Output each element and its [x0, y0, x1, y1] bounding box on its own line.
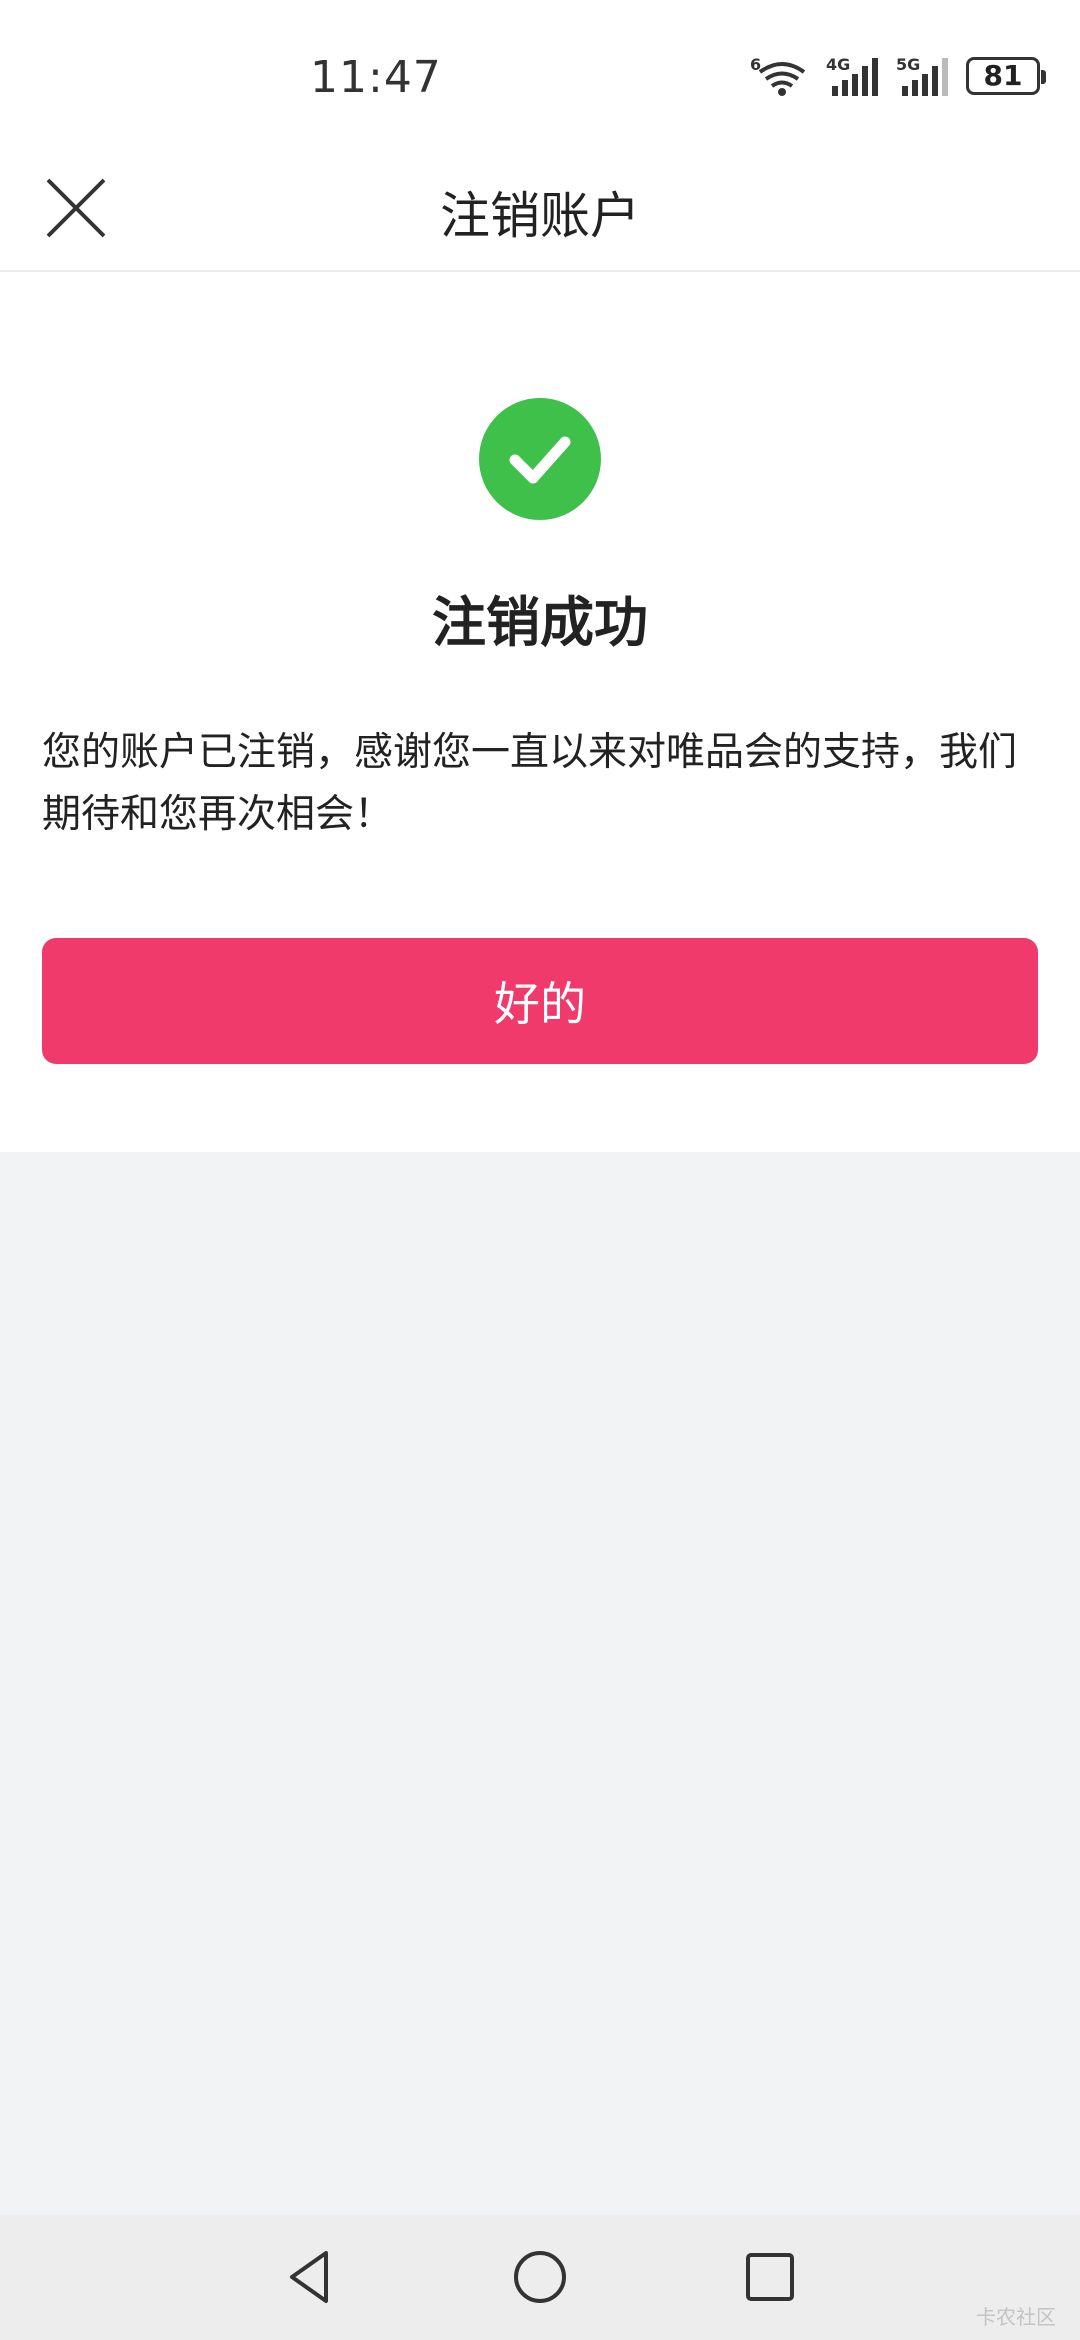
- wifi-label: 6: [750, 56, 761, 74]
- navigation-bar: 卡农社区: [0, 2215, 1080, 2340]
- header: 注销账户: [0, 150, 1080, 272]
- checkmark-icon: [509, 436, 571, 484]
- cell-signal-5g-icon: 5G: [896, 56, 948, 96]
- cell-5g-label: 5G: [896, 56, 920, 74]
- success-message: 您的账户已注销，感谢您一直以来对唯品会的支持，我们期待和您再次相会！: [42, 730, 1018, 837]
- success-panel: 注销成功 您的账户已注销，感谢您一直以来对唯品会的支持，我们期待和您再次相会！ …: [0, 272, 1080, 1152]
- page-title: 注销账户: [440, 187, 640, 245]
- battery-icon: 81: [966, 57, 1046, 95]
- home-circle-icon: [514, 2251, 566, 2303]
- check-circle-icon: [479, 398, 601, 520]
- status-bar: 11:47 6 4G 5G 81: [0, 0, 1080, 150]
- cell-signal-4g-icon: 4G: [826, 56, 878, 96]
- status-icons: 6 4G 5G 81: [750, 56, 1046, 96]
- ok-button[interactable]: 好的: [42, 938, 1038, 1064]
- recent-square-icon: [746, 2253, 794, 2301]
- cell-4g-label: 4G: [826, 56, 850, 74]
- status-time: 11:47: [310, 52, 442, 103]
- success-title: 注销成功: [432, 591, 648, 654]
- nav-back-button[interactable]: [278, 2245, 342, 2309]
- nav-recent-button[interactable]: [738, 2245, 802, 2309]
- nav-home-button[interactable]: [508, 2245, 572, 2309]
- back-triangle-icon: [290, 2251, 328, 2303]
- wifi-icon: 6: [750, 56, 806, 96]
- battery-level: 81: [983, 59, 1023, 92]
- watermark: 卡农社区: [976, 2305, 1056, 2329]
